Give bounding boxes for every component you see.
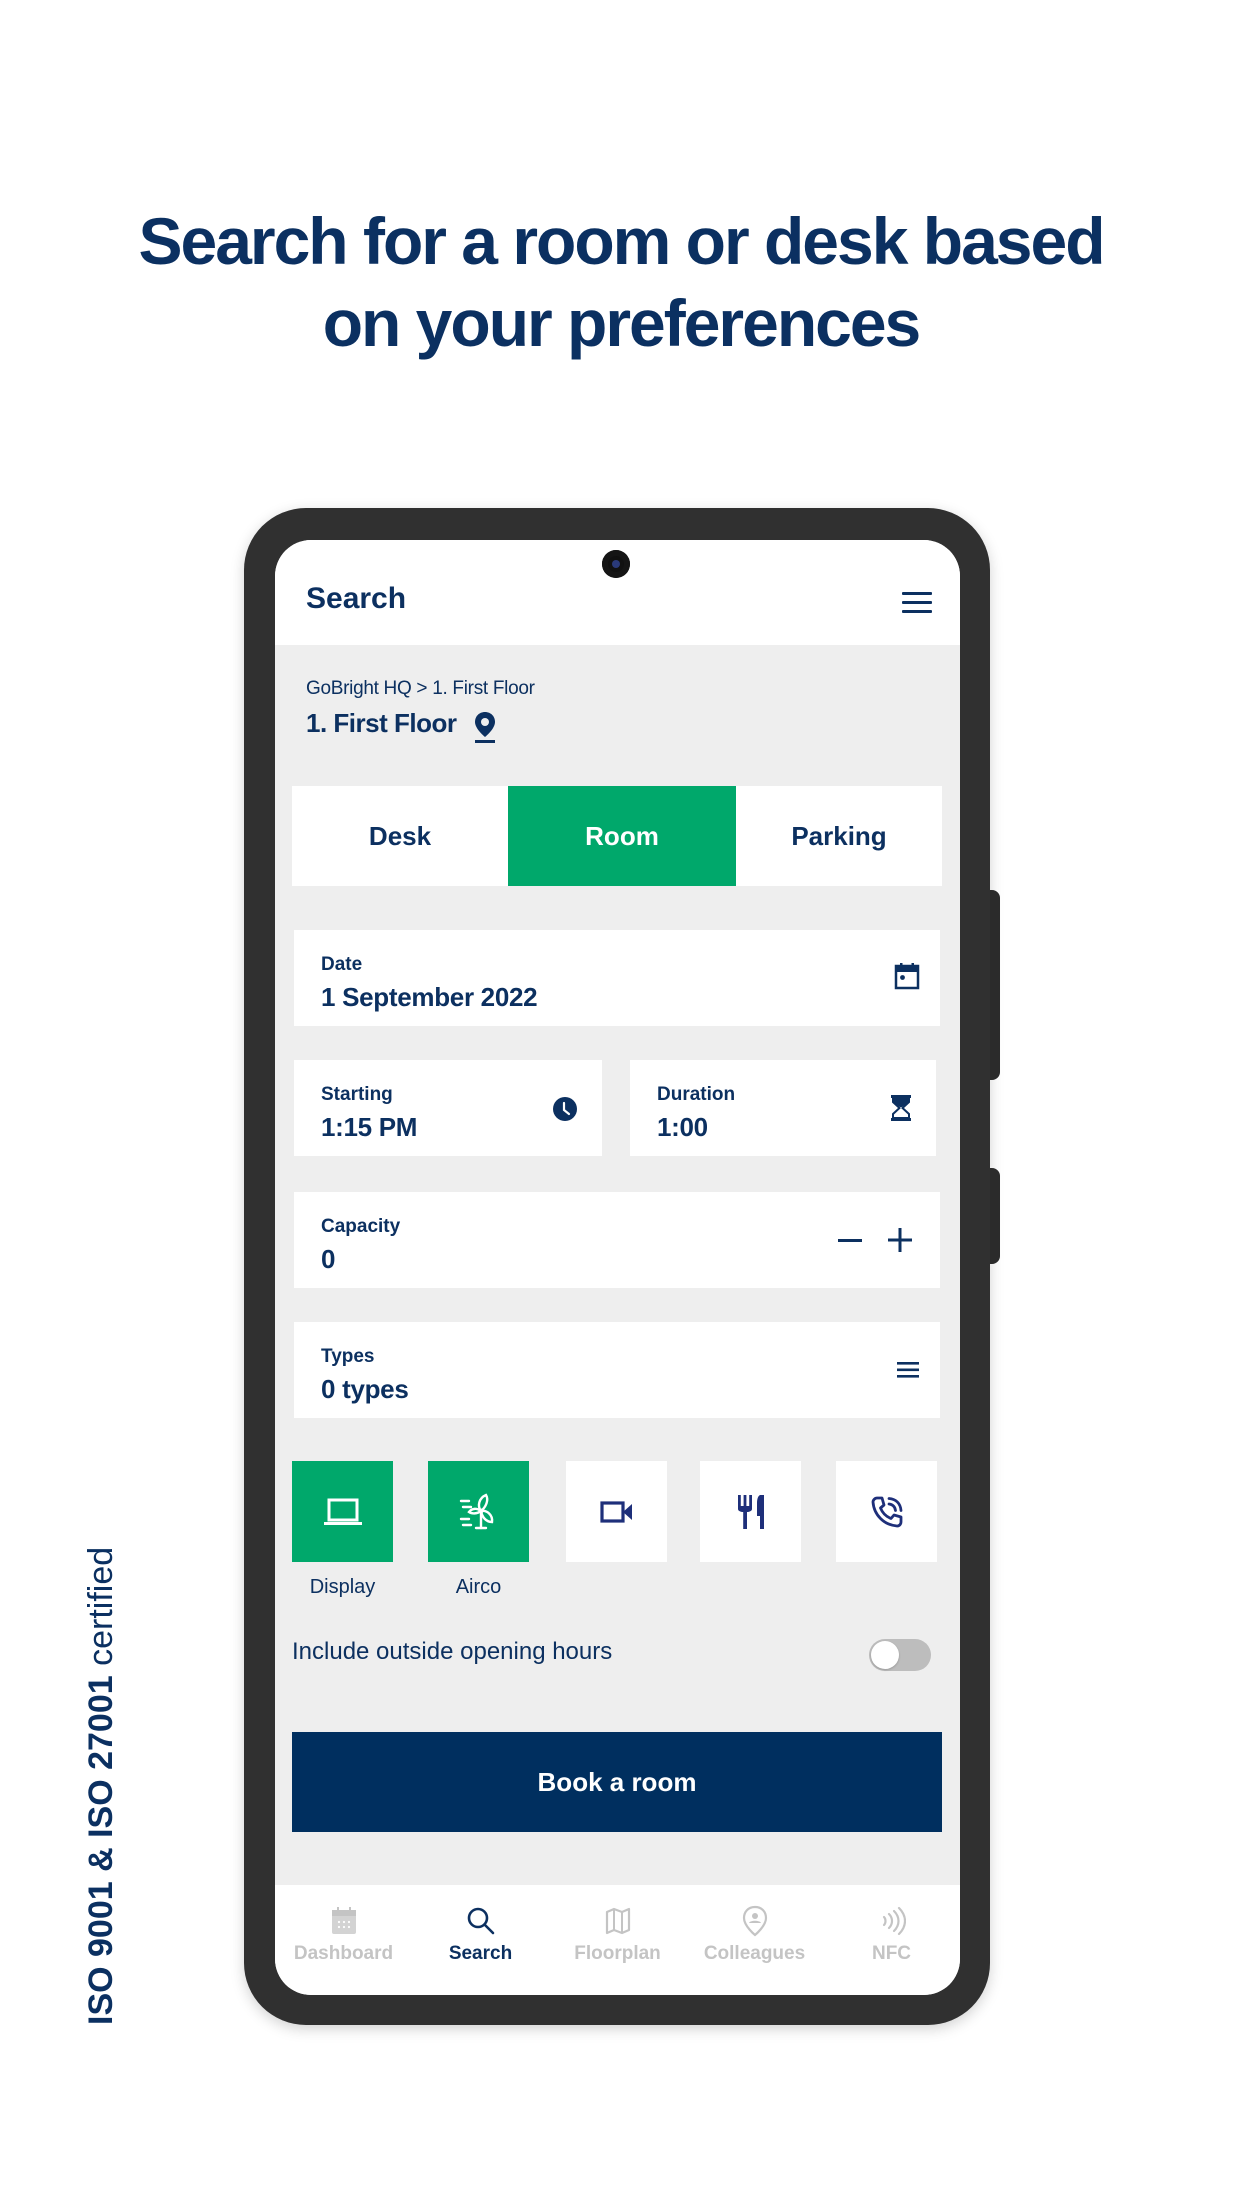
search-icon xyxy=(467,1907,494,1935)
amenity-airco-tile[interactable] xyxy=(428,1461,529,1562)
headline: Search for a room or desk based on your … xyxy=(0,200,1242,364)
page-title: Search xyxy=(306,582,407,615)
certification-bold: ISO 9001 & ISO 27001 xyxy=(82,1675,120,2025)
duration-value: 1:00 xyxy=(657,1112,708,1142)
fork-knife-icon xyxy=(737,1494,764,1529)
date-label: Date xyxy=(321,954,363,975)
hamburger-menu-icon[interactable] xyxy=(902,592,932,614)
bottom-navigation: Dashboard Search Floorplan Colleagues NF… xyxy=(275,1885,960,1995)
nav-nfc[interactable]: NFC xyxy=(823,1885,960,1995)
amenity-airco-label: Airco xyxy=(455,1576,502,1598)
amenity-display-label: Display xyxy=(309,1576,376,1598)
amenity-video-tile[interactable] xyxy=(566,1461,667,1562)
certification-regular: certified xyxy=(82,1546,120,1676)
date-field[interactable]: Date 1 September 2022 xyxy=(294,930,940,1026)
phone-screen: Search GoBright HQ > 1. First Floor 1. F… xyxy=(275,540,960,1995)
duration-field[interactable]: Duration 1:00 xyxy=(630,1060,936,1156)
types-value: 0 types xyxy=(321,1374,409,1404)
nav-colleagues[interactable]: Colleagues xyxy=(686,1885,823,1995)
headline-line-1: Search for a room or desk based xyxy=(138,204,1105,278)
nav-floorplan[interactable]: Floorplan xyxy=(549,1885,686,1995)
capacity-value: 0 xyxy=(321,1244,336,1274)
nav-search-label: Search xyxy=(448,1943,513,1964)
phone-frame: Search GoBright HQ > 1. First Floor 1. F… xyxy=(244,508,1000,2025)
book-room-button[interactable]: Book a room xyxy=(292,1732,942,1832)
phone-volume-button xyxy=(990,890,1000,1080)
colleague-pin-icon xyxy=(742,1905,767,1937)
phone-power-button xyxy=(990,1168,1000,1264)
breadcrumb[interactable]: GoBright HQ > 1. First Floor xyxy=(306,678,535,700)
nav-dashboard[interactable]: Dashboard xyxy=(275,1885,412,1995)
increment-button[interactable] xyxy=(886,1226,914,1254)
outside-hours-toggle[interactable] xyxy=(869,1639,931,1671)
clock-icon[interactable] xyxy=(552,1096,578,1122)
video-camera-icon xyxy=(599,1500,632,1523)
amenity-display-tile[interactable] xyxy=(292,1461,393,1562)
tab-desk[interactable]: Desk xyxy=(292,786,508,886)
nav-search[interactable]: Search xyxy=(412,1885,549,1995)
nav-nfc-label: NFC xyxy=(871,1943,912,1964)
nav-dashboard-label: Dashboard xyxy=(293,1943,394,1964)
decrement-button[interactable] xyxy=(836,1228,864,1252)
starting-time-field[interactable]: Starting 1:15 PM xyxy=(294,1060,602,1156)
date-value: 1 September 2022 xyxy=(321,982,538,1012)
laptop-icon xyxy=(323,1498,362,1525)
duration-label: Duration xyxy=(657,1084,736,1105)
location-pin-icon[interactable] xyxy=(472,710,498,744)
types-label: Types xyxy=(321,1346,375,1367)
hourglass-icon[interactable] xyxy=(889,1094,913,1122)
resource-type-tabs: Desk Room Parking xyxy=(292,786,942,886)
calendar-icon xyxy=(331,1907,356,1934)
tab-room[interactable]: Room xyxy=(508,786,736,886)
starting-label: Starting xyxy=(321,1084,393,1105)
calendar-icon[interactable] xyxy=(894,962,920,990)
phone-call-icon xyxy=(871,1496,902,1527)
front-camera xyxy=(602,550,630,578)
capacity-field: Capacity 0 xyxy=(294,1192,940,1288)
types-field[interactable]: Types 0 types xyxy=(294,1322,940,1418)
certification-text: ISO 9001 & ISO 27001 certified xyxy=(82,1547,121,2025)
list-icon[interactable] xyxy=(896,1360,920,1380)
outside-hours-label: Include outside opening hours xyxy=(292,1638,613,1665)
amenity-catering-tile[interactable] xyxy=(700,1461,801,1562)
map-icon xyxy=(605,1907,630,1935)
nav-floorplan-label: Floorplan xyxy=(574,1943,661,1964)
starting-value: 1:15 PM xyxy=(321,1112,418,1142)
nav-colleagues-label: Colleagues xyxy=(703,1943,806,1964)
nfc-icon xyxy=(882,1906,906,1936)
floor-title: 1. First Floor xyxy=(306,708,457,738)
capacity-label: Capacity xyxy=(321,1216,401,1237)
headline-line-2: on your preferences xyxy=(322,286,922,360)
amenity-phone-tile[interactable] xyxy=(836,1461,937,1562)
fan-icon xyxy=(459,1492,493,1529)
tab-parking[interactable]: Parking xyxy=(736,786,942,886)
